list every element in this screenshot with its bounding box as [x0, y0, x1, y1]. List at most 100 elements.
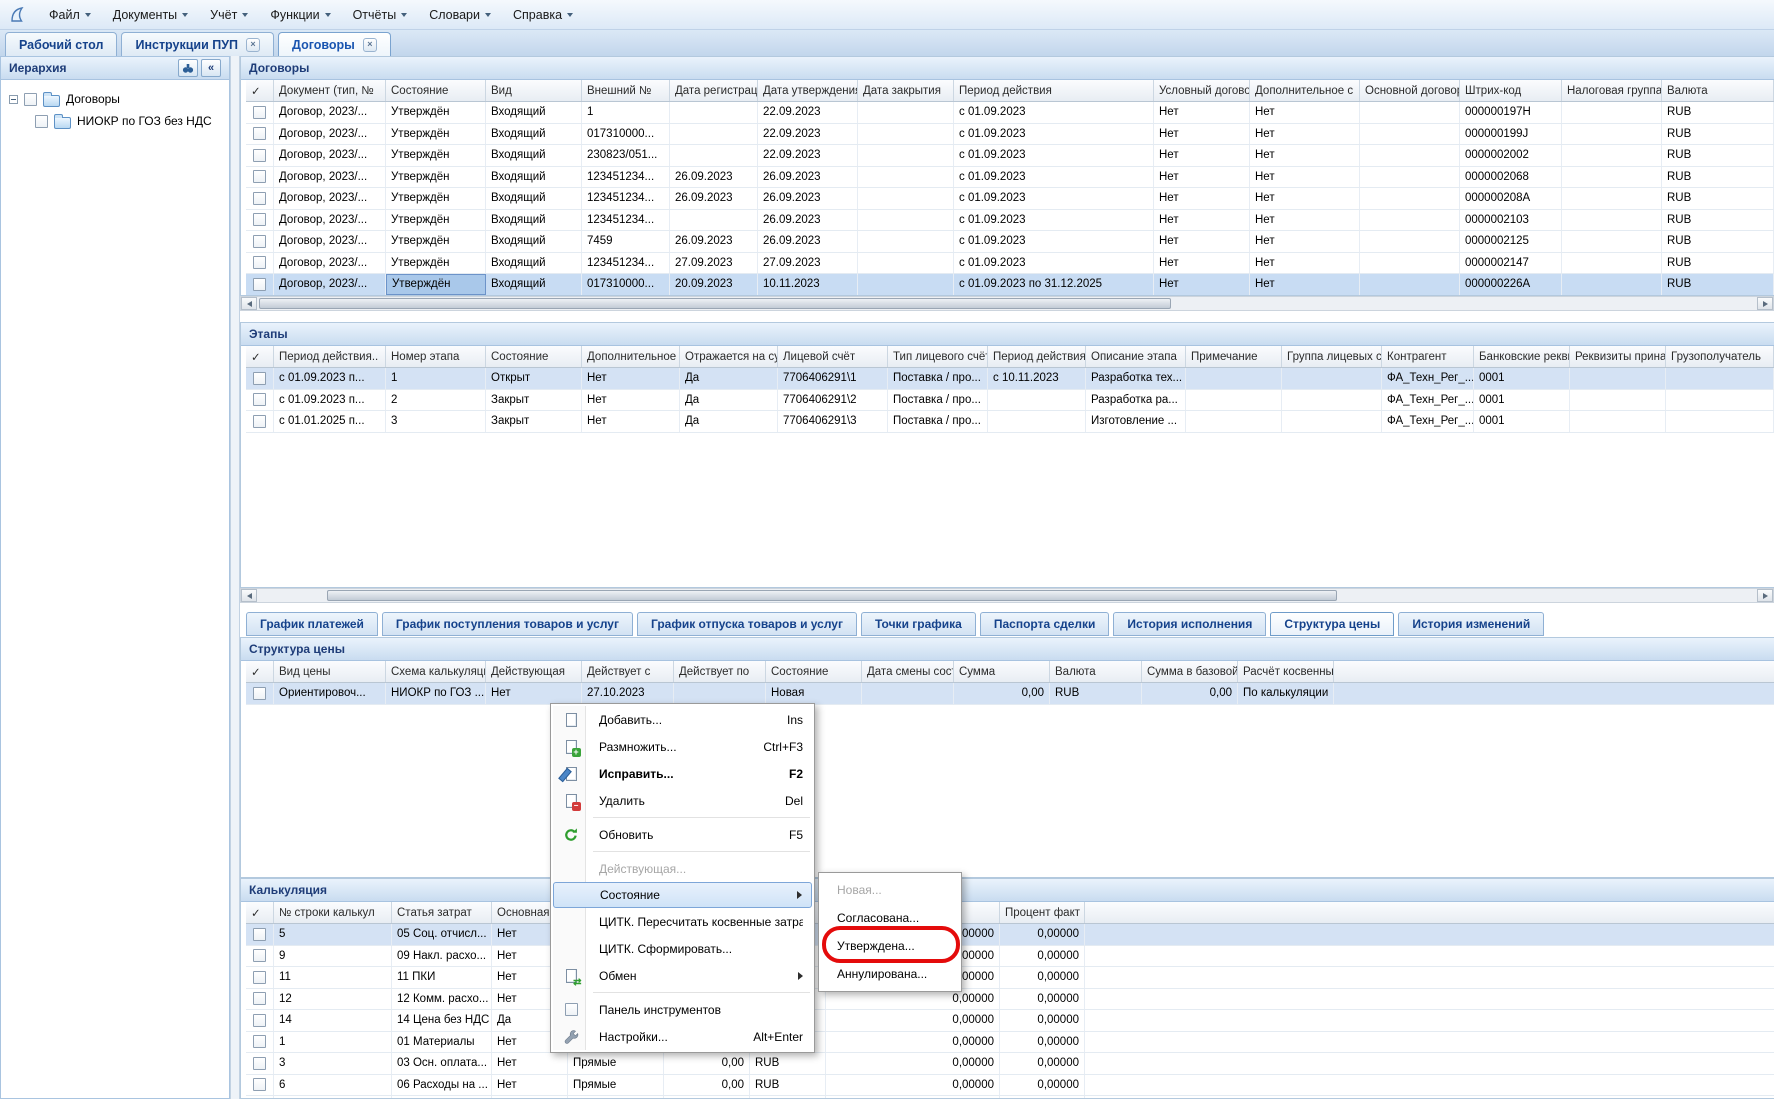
table-row[interactable]: 1111 ПКИНетПрямые0,00RUB0,000000,00000 — [246, 967, 1774, 989]
column-header[interactable]: Схема калькуляци — [386, 661, 486, 682]
column-header[interactable]: ✓ — [246, 661, 274, 682]
detail-tab-price-structure[interactable]: Структура цены — [1270, 612, 1394, 636]
detail-tab-execution-history[interactable]: История исполнения — [1113, 612, 1266, 636]
window-tab-desktop[interactable]: Рабочий стол — [5, 32, 117, 56]
column-header[interactable]: Действует по — [674, 661, 766, 682]
column-header[interactable]: Контрагент — [1382, 346, 1474, 367]
row-checkbox[interactable] — [253, 256, 266, 269]
row-checkbox[interactable] — [253, 1035, 266, 1048]
detail-tab-payments-schedule[interactable]: График платежей — [246, 612, 378, 636]
column-header[interactable]: Статья затрат — [392, 902, 492, 923]
row-checkbox[interactable] — [253, 1078, 266, 1091]
menubar-item-functions[interactable]: Функции — [259, 3, 341, 27]
table-row[interactable]: Договор, 2023/...УтверждёнВходящий745926… — [246, 231, 1774, 253]
scrollbar-thumb[interactable] — [259, 298, 1171, 309]
column-header[interactable]: Расчёт косвенных — [1238, 661, 1334, 682]
tree-checkbox[interactable] — [24, 93, 37, 106]
row-checkbox[interactable] — [253, 415, 266, 428]
context-menu-item-add[interactable]: Добавить...Ins — [553, 706, 812, 733]
table-row[interactable]: Договор, 2023/...УтверждёнВходящий230823… — [246, 145, 1774, 167]
column-header[interactable]: Состояние — [766, 661, 862, 682]
context-menu-item-edit[interactable]: Исправить...F2 — [553, 760, 812, 787]
table-row[interactable]: 909 Накл. расхо...НетПрямые0,00RUB0,0000… — [246, 946, 1774, 968]
table-row[interactable]: Договор, 2023/...УтверждёнВходящий123451… — [246, 167, 1774, 189]
row-checkbox[interactable] — [253, 213, 266, 226]
tree-item[interactable]: Договоры — [5, 88, 225, 110]
row-checkbox[interactable] — [253, 192, 266, 205]
submenu-item-annulled[interactable]: Аннулирована... — [819, 960, 961, 988]
context-menu-item-citk-recalc[interactable]: ЦИТК. Пересчитать косвенные затраты... — [553, 908, 812, 935]
search-icon[interactable] — [178, 59, 198, 77]
column-header[interactable]: № строки калькул — [274, 902, 392, 923]
table-row[interactable]: с 01.09.2023 п...2ЗакрытНетДа7706406291\… — [246, 390, 1774, 412]
row-checkbox[interactable] — [253, 127, 266, 140]
table-row[interactable]: 606 Расходы на ...НетПрямые0,00RUB0,0000… — [246, 1075, 1774, 1097]
row-checkbox[interactable] — [253, 278, 266, 291]
column-header[interactable]: ✓ — [246, 902, 274, 923]
context-menu-item-settings[interactable]: Настройки...Alt+Enter — [553, 1023, 812, 1050]
column-header[interactable]: Валюта — [1662, 80, 1774, 101]
scrollbar-thumb[interactable] — [327, 590, 1337, 601]
column-header[interactable]: Основной договор — [1360, 80, 1460, 101]
close-tab-icon[interactable]: × — [246, 38, 260, 52]
scroll-right-icon[interactable] — [1757, 589, 1773, 602]
row-checkbox[interactable] — [253, 687, 266, 700]
column-header[interactable]: Описание этапа — [1086, 346, 1186, 367]
column-header[interactable]: ✓ — [246, 80, 274, 101]
close-tab-icon[interactable]: × — [363, 38, 377, 52]
column-header[interactable]: Условный договор — [1154, 80, 1250, 101]
table-row[interactable]: с 01.09.2023 п...1ОткрытНетДа7706406291\… — [246, 368, 1774, 390]
context-menu-item-citk-form[interactable]: ЦИТК. Сформировать... — [553, 935, 812, 962]
column-header[interactable]: Внешний № — [582, 80, 670, 101]
menubar-item-file[interactable]: Файл — [38, 3, 102, 27]
column-header[interactable]: Дополнительное с — [582, 346, 680, 367]
tree-item[interactable]: НИОКР по ГОЗ без НДС — [5, 110, 225, 132]
table-row[interactable]: 505 Соц. отчисл...НетПрямые0,00RUB0,0000… — [246, 924, 1774, 946]
column-header[interactable]: Действует с — [582, 661, 674, 682]
column-header[interactable]: Вид — [486, 80, 582, 101]
table-row[interactable]: 303 Осн. оплата...НетПрямые0,00RUB0,0000… — [246, 1053, 1774, 1075]
detail-tab-schedule-points[interactable]: Точки графика — [861, 612, 976, 636]
scroll-right-icon[interactable] — [1757, 297, 1773, 310]
collapse-node-icon[interactable] — [9, 95, 18, 104]
column-header[interactable]: Грузополучатель — [1666, 346, 1774, 367]
column-header[interactable]: Дата регистрации. — [670, 80, 758, 101]
row-checkbox[interactable] — [253, 992, 266, 1005]
column-header[interactable]: Дата смены состо — [862, 661, 954, 682]
column-header[interactable]: Тип лицевого счёт — [888, 346, 988, 367]
table-row[interactable]: Ориентировоч...НИОКР по ГОЗ ...Нет27.10.… — [246, 683, 1774, 705]
column-header[interactable]: Примечание — [1186, 346, 1282, 367]
column-header[interactable]: Реквизиты принад — [1570, 346, 1666, 367]
column-header[interactable]: Вид цены — [274, 661, 386, 682]
table-row[interactable]: 1212 Комм. расхо...НетПрямые0,00RUB0,000… — [246, 989, 1774, 1011]
column-header[interactable]: Процент факт — [1000, 902, 1085, 923]
table-row[interactable]: Договор, 2023/...УтверждёнВходящий123451… — [246, 210, 1774, 232]
column-header[interactable]: Дополнительное с — [1250, 80, 1360, 101]
table-row[interactable]: 101 МатериалыНетПрямые0,00RUB0,000000,00… — [246, 1032, 1774, 1054]
column-header[interactable]: Период действия — [954, 80, 1154, 101]
row-checkbox[interactable] — [253, 949, 266, 962]
menubar-item-reports[interactable]: Отчёты — [342, 3, 419, 27]
column-header[interactable]: Дата закрытия — [858, 80, 954, 101]
table-row[interactable]: Договор, 2023/...УтверждёнВходящий017310… — [246, 124, 1774, 146]
scroll-left-icon[interactable] — [241, 297, 257, 310]
detail-tab-goods-receipt-schedule[interactable]: График поступления товаров и услуг — [382, 612, 633, 636]
tree-checkbox[interactable] — [35, 115, 48, 128]
column-header[interactable]: Банковские рекви — [1474, 346, 1570, 367]
context-menu-item-delete[interactable]: УдалитьDel — [553, 787, 812, 814]
table-row[interactable]: Договор, 2023/...УтверждёнВходящий123451… — [246, 253, 1774, 275]
table-row[interactable]: Договор, 2023/...УтверждёнВходящий122.09… — [246, 102, 1774, 124]
column-header[interactable]: Отражается на су — [680, 346, 778, 367]
column-header[interactable]: Сумма — [954, 661, 1050, 682]
row-checkbox[interactable] — [253, 1014, 266, 1027]
table-row[interactable]: 1414 Цена без НДСДаПрямые0,00RUB0,000000… — [246, 1010, 1774, 1032]
row-checkbox[interactable] — [253, 170, 266, 183]
row-checkbox[interactable] — [253, 1057, 266, 1070]
column-header[interactable]: Действующая — [486, 661, 582, 682]
menubar-item-accounting[interactable]: Учёт — [199, 3, 259, 27]
table-row[interactable]: Договор, 2023/...УтверждёнВходящий017310… — [246, 274, 1774, 296]
column-header[interactable]: Состояние — [386, 80, 486, 101]
detail-tab-goods-issue-schedule[interactable]: График отпуска товаров и услуг — [637, 612, 857, 636]
column-header[interactable]: Валюта — [1050, 661, 1142, 682]
scroll-left-icon[interactable] — [241, 589, 257, 602]
